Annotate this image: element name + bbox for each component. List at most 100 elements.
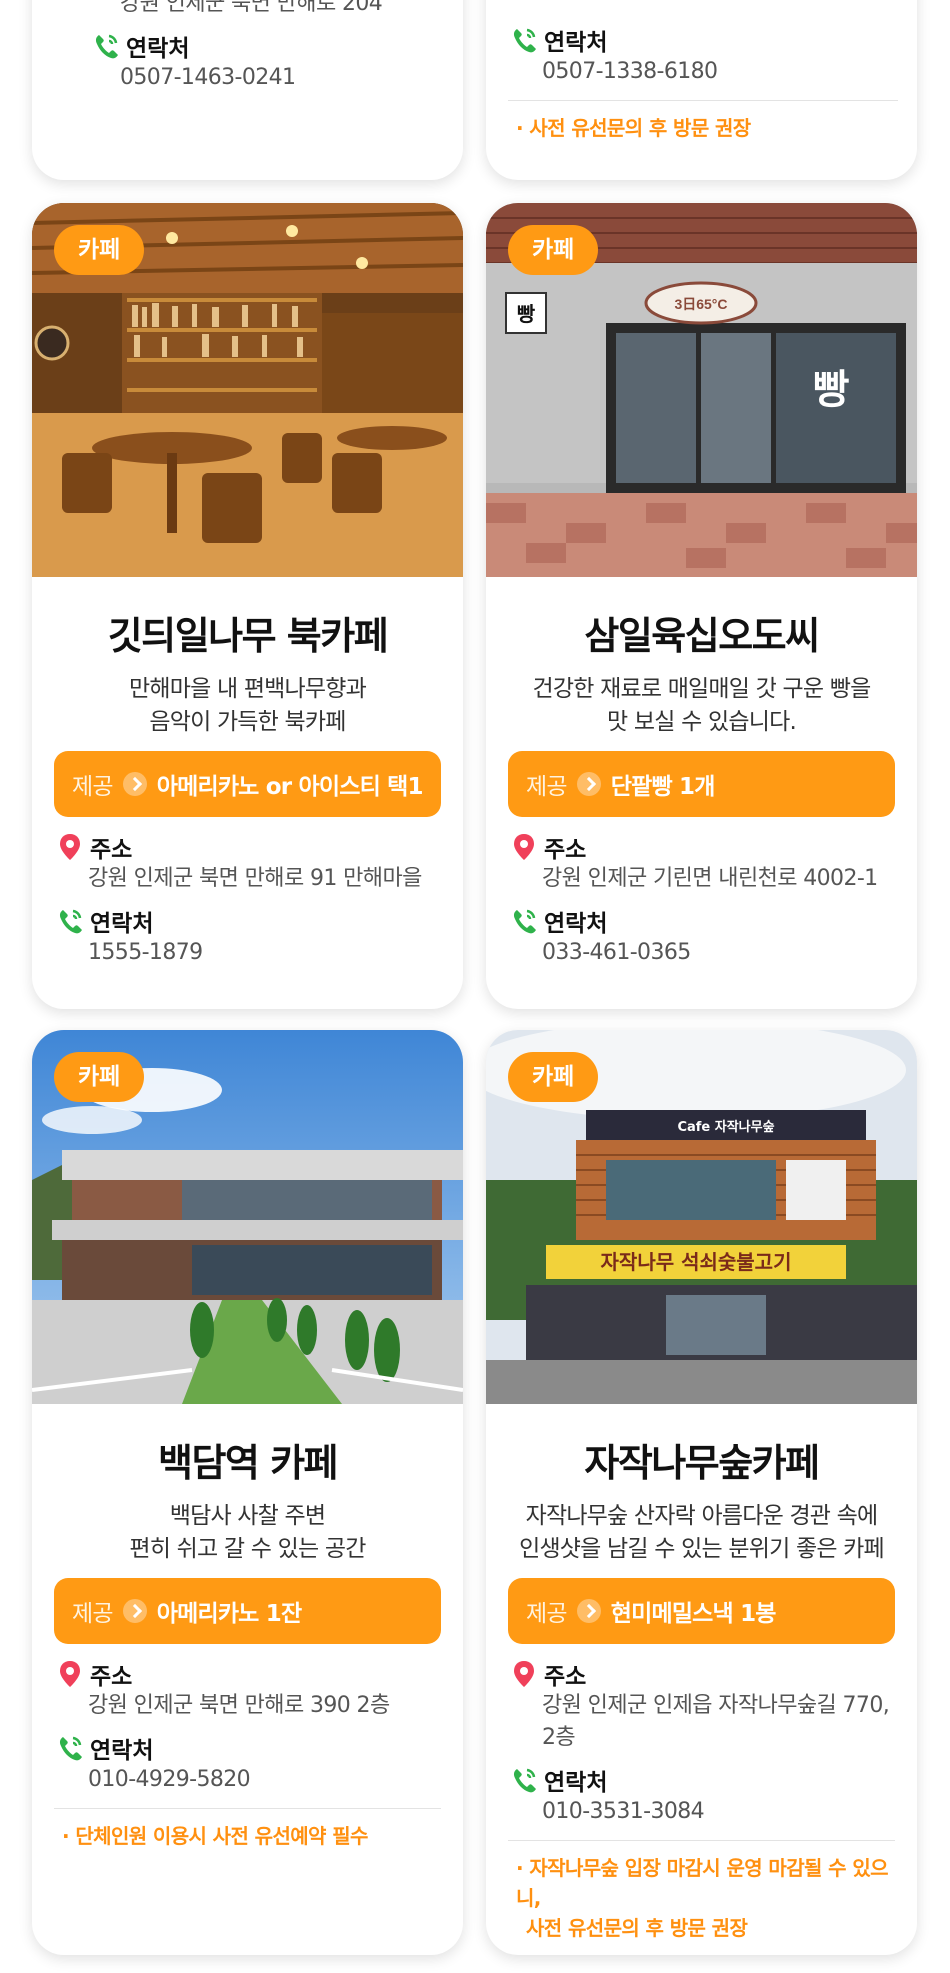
address-heading: 주소 (508, 831, 895, 863)
contact-label: 연락처 (544, 911, 608, 937)
address-row: 주소 강원 인제군 북면 만해로 91 만해마을 (54, 831, 441, 895)
offer-label: 제공 (72, 1601, 114, 1627)
note-line: · 자작나무숲 입장 마감시 운영 마감될 수 있으니, (516, 1856, 889, 1910)
cafe-photo: Cafe 자작나무숲 자작나무 석쇠숯불고기 카페 (486, 1030, 917, 1404)
location-pin-icon (514, 834, 534, 860)
cafe-photo: 카페 (32, 203, 463, 577)
contact-heading: 연락처 (90, 30, 450, 62)
address-value: 강원 인제군 북면 만해로 204 (120, 0, 383, 16)
location-pin-icon (514, 1661, 534, 1687)
cafe-description: 만해마을 내 편백나무향과 음악이 가득한 북카페 (54, 673, 441, 739)
contact-heading: 연락처 (508, 1764, 895, 1796)
offer-label: 제공 (526, 774, 568, 800)
address-heading: 주소 (508, 1658, 895, 1690)
address-row: 주소 강원 인제군 기린면 내린천로 4002-1 (508, 831, 895, 895)
address-label: 주소 (544, 1664, 587, 1690)
contact-row: 연락처 1555-1879 (54, 905, 441, 969)
offer-banner: 제공 현미메밀스낵 1봉 (508, 1578, 895, 1644)
contact-label: 연락처 (90, 911, 154, 937)
address-heading: 주소 (54, 1658, 441, 1690)
card-partial-right: 연락처 0507-1338-6180 · 사전 유선문의 후 방문 권장 (486, 0, 917, 180)
note-line: 사전 유선문의 후 방문 권장 (526, 1916, 748, 1940)
address-row: 주소 강원 인제군 북면 만해로 390 2층 (54, 1658, 441, 1722)
cafe-title: 삼일육십오도씨 (584, 614, 820, 658)
cafe-sign-text: Cafe 자작나무숲 (677, 1119, 774, 1135)
contact-row: 연락처 0507-1463-0241 (90, 30, 450, 94)
location-pin-icon (60, 1661, 80, 1687)
page: 강원 인제군 북면 만해로 204 연락처 0507-1463-0241 연락처… (0, 0, 950, 1973)
cafe-card-3[interactable]: 카페 백담역 카페 백담사 사찰 주변 편히 쉬고 갈 수 있는 공간 제공 아… (32, 1030, 463, 1955)
address-row: 주소 강원 인제군 인제읍 자작나무숲길 770, 2층 (508, 1658, 895, 1754)
contact-heading: 연락처 (508, 24, 898, 56)
chevron-right-icon (576, 1599, 601, 1623)
phone-icon (513, 28, 536, 53)
offer-banner: 제공 단팥빵 1개 (508, 751, 895, 817)
offer-label: 제공 (72, 774, 114, 800)
description-line: 음악이 가득한 북카페 (149, 709, 346, 735)
address-row: 강원 인제군 북면 만해로 204 (90, 0, 450, 20)
phone-value: 0507-1338-6180 (542, 59, 718, 84)
address-value: 강원 인제군 기린면 내린천로 4002-1 (542, 866, 878, 891)
contact-row: 연락처 010-4929-5820 (54, 1732, 441, 1796)
note-text: · 사전 유선문의 후 방문 권장 (516, 116, 751, 140)
location-pin-icon (60, 834, 80, 860)
phone-icon (513, 1768, 536, 1793)
phone-icon (59, 909, 82, 934)
phone-value[interactable]: 033-461-0365 (508, 937, 895, 969)
address-line: 2층 (542, 1725, 576, 1750)
bread-window-text: 빵 (813, 367, 850, 413)
divider (508, 1840, 895, 1841)
description-line: 편히 쉬고 갈 수 있는 공간 (129, 1536, 366, 1562)
description-line: 자작나무숲 산자락 아름다운 경관 속에 (525, 1503, 879, 1529)
cafe-card-1[interactable]: 카페 깃듸일나무 북카페 만해마을 내 편백나무향과 음악이 가득한 북카페 제… (32, 203, 463, 1009)
cafe-photo: 3日65°C 빵 빵 카페 (486, 203, 917, 577)
phone-icon (513, 909, 536, 934)
cafe-card-2[interactable]: 3日65°C 빵 빵 카페 삼일육십오도씨 건강한 재료로 매일매일 갓 구운 … (486, 203, 917, 1009)
contact-row: 연락처 0507-1338-6180 (508, 24, 898, 88)
cafe-title: 자작나무숲카페 (584, 1441, 820, 1485)
restaurant-sign-text: 자작나무 석쇠숯불고기 (601, 1250, 792, 1274)
bread-sign-text: 빵 (517, 302, 536, 326)
phone-value: 0507-1463-0241 (120, 65, 296, 90)
cafe-photo: 카페 (32, 1030, 463, 1404)
cafe-description: 백담사 사찰 주변 편히 쉬고 갈 수 있는 공간 (54, 1500, 441, 1566)
contact-label: 연락처 (544, 1770, 608, 1796)
address-value: 강원 인제군 북면 만해로 390 2층 (88, 1693, 390, 1718)
divider (54, 1808, 441, 1809)
offer-value: 현미메밀스낵 1봉 (610, 1601, 777, 1627)
note-text: · 단체인원 이용시 사전 유선예약 필수 (62, 1824, 368, 1848)
category-badge: 카페 (54, 225, 145, 275)
address-value: 강원 인제군 인제읍 자작나무숲길 770, 2층 (508, 1690, 895, 1754)
card-partial-left: 강원 인제군 북면 만해로 204 연락처 0507-1463-0241 (32, 0, 463, 180)
phone-value[interactable]: 010-3531-3084 (508, 1796, 895, 1828)
address-label: 주소 (544, 837, 587, 863)
divider (508, 100, 898, 101)
cafe-card-4[interactable]: Cafe 자작나무숲 자작나무 석쇠숯불고기 카페 자작나무숲카페 자작나무숲 … (486, 1030, 917, 1955)
contact-label: 연락처 (544, 30, 608, 56)
phone-value[interactable]: 010-4929-5820 (54, 1764, 441, 1796)
contact-row: 연락처 010-3531-3084 (508, 1764, 895, 1828)
phone-icon (59, 1736, 82, 1761)
description-line: 맛 보실 수 있습니다. (607, 709, 797, 735)
address-label: 주소 (90, 837, 133, 863)
address-label: 주소 (90, 1664, 133, 1690)
description-line: 건강한 재료로 매일매일 갓 구운 빵을 (532, 676, 872, 702)
category-badge: 카페 (508, 1052, 599, 1102)
address-value: 강원 인제군 북면 만해로 91 만해마을 (88, 866, 422, 891)
offer-value: 단팥빵 1개 (610, 774, 716, 800)
offer-value: 아메리카노 or 아이스티 택1 (156, 774, 424, 800)
phone-icon (95, 34, 118, 59)
note-text: · 자작나무숲 입장 마감시 운영 마감될 수 있으니, 사전 유선문의 후 방… (508, 1853, 895, 1943)
description-line: 인생샷을 남길 수 있는 분위기 좋은 카페 (519, 1536, 885, 1562)
description-line: 만해마을 내 편백나무향과 (129, 676, 367, 702)
chevron-right-icon (122, 772, 147, 796)
address-line: 강원 인제군 인제읍 자작나무숲길 770, (542, 1693, 890, 1718)
phone-value[interactable]: 1555-1879 (54, 937, 441, 969)
cafe-title: 백담역 카페 (157, 1441, 339, 1485)
contact-row: 연락처 033-461-0365 (508, 905, 895, 969)
category-badge: 카페 (54, 1052, 145, 1102)
contact-heading: 연락처 (54, 1732, 441, 1764)
contact-heading: 연락처 (508, 905, 895, 937)
contact-label: 연락처 (90, 1738, 154, 1764)
contact-label: 연락처 (126, 36, 190, 62)
